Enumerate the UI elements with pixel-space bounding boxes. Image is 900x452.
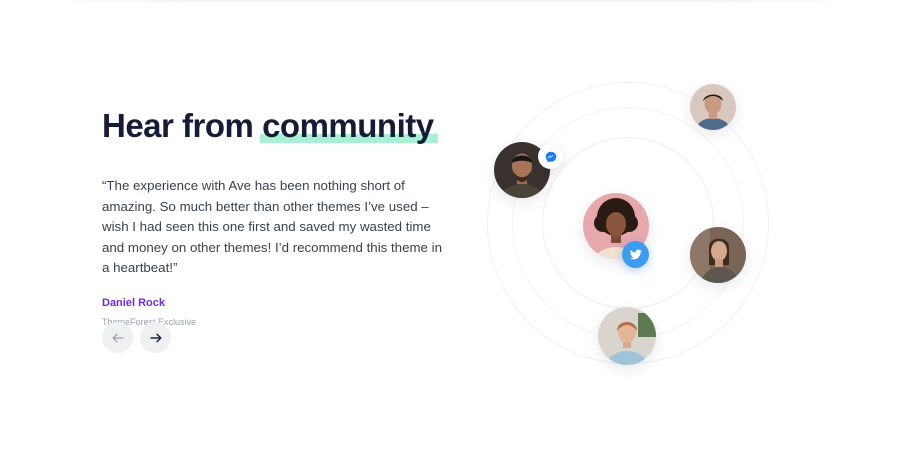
author-name: Daniel Rock bbox=[102, 296, 165, 309]
messenger-badge[interactable] bbox=[538, 144, 563, 169]
arrow-left-icon bbox=[112, 333, 124, 342]
heading-prefix: Hear from bbox=[102, 107, 254, 144]
avatar-photo bbox=[690, 84, 736, 130]
avatar-photo bbox=[598, 307, 656, 365]
avatar-community-1[interactable] bbox=[690, 84, 736, 130]
heading-highlight-text: community bbox=[262, 107, 434, 144]
heading-highlight: community bbox=[260, 104, 438, 148]
messenger-icon bbox=[545, 151, 556, 162]
section-heading: Hear from community bbox=[102, 104, 452, 148]
testimonial-content: Hear from community “The experience with… bbox=[102, 104, 452, 327]
avatar-photo bbox=[690, 227, 746, 283]
avatar-community-4[interactable] bbox=[598, 307, 656, 365]
next-button[interactable] bbox=[140, 322, 171, 353]
testimonial-quote: “The experience with Ave has been nothin… bbox=[102, 178, 442, 275]
avatar-community-3[interactable] bbox=[690, 227, 746, 283]
twitter-badge[interactable] bbox=[622, 241, 649, 268]
carousel-nav bbox=[102, 322, 171, 353]
top-divider bbox=[40, 0, 860, 2]
prev-button[interactable] bbox=[102, 322, 133, 353]
arrow-right-icon bbox=[149, 333, 161, 342]
twitter-icon bbox=[629, 249, 642, 260]
